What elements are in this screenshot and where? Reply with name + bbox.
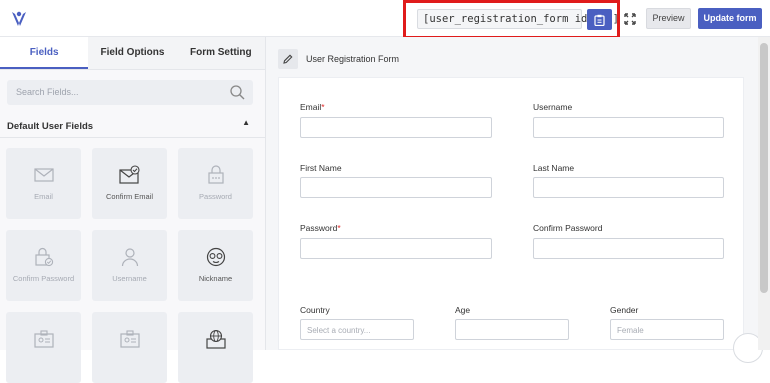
- tile-label: Nickname: [198, 274, 233, 283]
- gender-select[interactable]: Female: [610, 319, 724, 340]
- field-tile-password[interactable]: Password: [178, 148, 253, 219]
- password-field[interactable]: [300, 238, 492, 259]
- gender-placeholder: Female: [617, 326, 644, 335]
- field-tile-nickname[interactable]: Nickname: [178, 230, 253, 301]
- required-mark: *: [321, 102, 325, 112]
- envelope-check-icon: [118, 165, 140, 184]
- username-label: Username: [533, 102, 573, 112]
- last-name-field[interactable]: [533, 177, 724, 198]
- tab-field-options[interactable]: Field Options: [88, 37, 176, 69]
- expand-button[interactable]: [621, 9, 639, 29]
- tile-label: Confirm Password: [12, 274, 75, 283]
- field-tile-username[interactable]: Username: [92, 230, 167, 301]
- tile-label: Confirm Email: [105, 192, 154, 201]
- globe-window-icon: [205, 329, 226, 349]
- first-name-label: First Name: [300, 163, 342, 173]
- pencil-icon: [283, 54, 293, 64]
- confirm-password-label: Confirm Password: [533, 223, 603, 233]
- shortcode-field[interactable]: [user_registration_form id="8"]: [417, 9, 619, 29]
- last-name-label: Last Name: [533, 163, 575, 173]
- preview-button[interactable]: Preview: [646, 8, 691, 29]
- panel-tabs: Fields Field Options Form Setting: [0, 37, 265, 70]
- copy-shortcode-button[interactable]: [587, 9, 612, 30]
- email-field[interactable]: [300, 117, 492, 138]
- tab-form-setting[interactable]: Form Setting: [177, 37, 265, 69]
- confirm-password-field[interactable]: [533, 238, 724, 259]
- scrollbar[interactable]: [758, 37, 770, 350]
- tab-fields[interactable]: Fields: [0, 37, 89, 69]
- tile-label: Email: [34, 192, 53, 201]
- user-icon: [121, 248, 138, 267]
- first-name-field[interactable]: [300, 177, 492, 198]
- search-fields-input[interactable]: Search Fields...: [7, 80, 253, 105]
- update-form-button[interactable]: Update form: [698, 8, 762, 29]
- divider: [0, 137, 265, 138]
- default-user-fields-header[interactable]: Default User Fields ▲: [7, 116, 253, 132]
- required-mark: *: [337, 223, 341, 233]
- tile-label: Password: [199, 192, 232, 201]
- tile-label: Username: [112, 274, 147, 283]
- id-card-icon: [33, 330, 54, 348]
- lock-icon: [207, 165, 224, 184]
- field-tile-website[interactable]: [178, 312, 253, 383]
- id-card-icon: [119, 330, 140, 348]
- scrollbar-thumb[interactable]: [760, 43, 768, 293]
- form-title-bar: User Registration Form: [266, 37, 758, 77]
- country-placeholder: Select a country...: [307, 326, 371, 335]
- field-tile-id-card-2[interactable]: [92, 312, 167, 383]
- envelope-icon: [33, 168, 54, 182]
- age-field[interactable]: [455, 319, 569, 340]
- field-tile-email[interactable]: Email: [6, 148, 81, 219]
- fields-panel: Fields Field Options Form Setting Search…: [0, 37, 266, 383]
- search-placeholder: Search Fields...: [16, 87, 79, 97]
- form-title: User Registration Form: [306, 54, 400, 64]
- edit-form-title-button[interactable]: [278, 49, 298, 69]
- field-tile-id-card-1[interactable]: [6, 312, 81, 383]
- section-title: Default User Fields: [7, 121, 94, 132]
- country-select[interactable]: Select a country...: [300, 319, 414, 340]
- password-label: Password*: [300, 223, 341, 233]
- lock-check-icon: [34, 247, 53, 267]
- gender-label: Gender: [610, 305, 639, 315]
- age-label: Age: [455, 305, 471, 315]
- logo-icon: [12, 11, 26, 26]
- search-icon: [230, 85, 245, 100]
- username-field[interactable]: [533, 117, 724, 138]
- clipboard-icon: [594, 14, 605, 26]
- mask-icon: [206, 247, 225, 267]
- email-label: Email*: [300, 102, 325, 112]
- field-tile-confirm-password[interactable]: Confirm Password: [6, 230, 81, 301]
- country-label: Country: [300, 305, 330, 315]
- expand-icon: [624, 13, 636, 25]
- caret-up-icon: ▲: [242, 118, 250, 127]
- field-tile-confirm-email[interactable]: Confirm Email: [92, 148, 167, 219]
